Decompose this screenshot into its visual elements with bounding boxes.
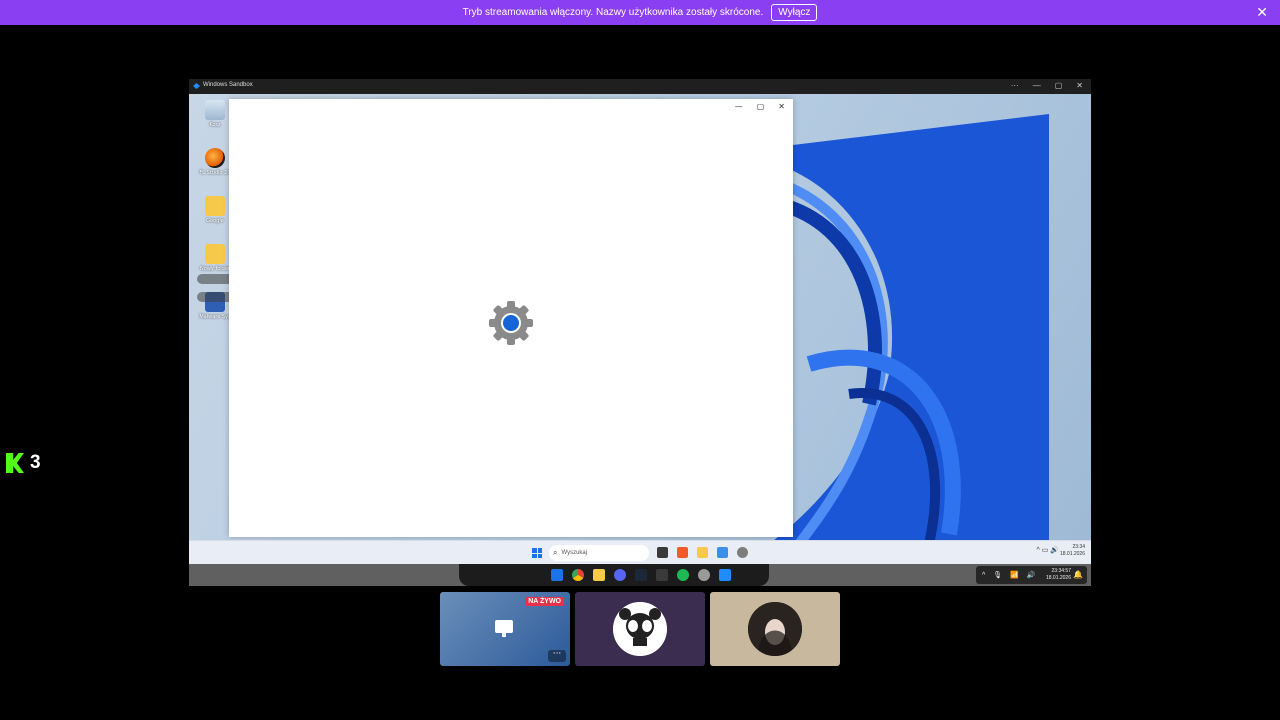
sandbox-date: 18.01.2026 <box>1059 551 1085 557</box>
settings-gear-icon <box>489 301 533 345</box>
sandbox-time: 23:34 <box>1072 544 1085 550</box>
tray-icons[interactable]: ^ 🎙 📶 🔊 <box>982 571 1038 579</box>
live-badge: NA ŻYWO <box>525 597 564 606</box>
viewer-count: 3 <box>30 452 41 473</box>
start-icon[interactable] <box>551 569 563 581</box>
host-tray: ^ 🎙 📶 🔊 23:34:57 18.01.2026 🔔 <box>976 566 1087 584</box>
screen-share-icon <box>495 620 513 637</box>
participant-tile-stream[interactable]: NA ŻYWO ··· <box>440 592 570 666</box>
kick-badge: 3 <box>6 452 41 474</box>
chrome-icon[interactable] <box>572 569 584 581</box>
host-time: 23:34:57 <box>1051 568 1071 574</box>
more-options-icon[interactable]: ··· <box>548 650 566 662</box>
host-date: 18.01.2026 <box>1045 575 1071 581</box>
sandbox-titlebar: Windows Sandbox ··· — ▢ ✕ <box>189 79 1091 94</box>
search-placeholder: Wyszukaj <box>561 550 588 556</box>
close-icon[interactable]: ✕ <box>1256 5 1268 19</box>
minimize-icon[interactable]: — <box>735 102 743 111</box>
fl-studio-icon <box>205 148 225 168</box>
streaming-mode-banner: Tryb streamowania włączony. Nazwy użytko… <box>0 0 1280 25</box>
spotify-icon[interactable] <box>677 569 689 581</box>
sandbox-icon[interactable] <box>719 569 731 581</box>
banner-message: Tryb streamowania włączony. Nazwy użytko… <box>462 7 764 18</box>
notification-icon[interactable]: 🔔 <box>1073 570 1083 579</box>
disable-streaming-button[interactable]: Wyłącz <box>771 4 818 21</box>
minimize-icon[interactable]: — <box>1033 81 1041 90</box>
folder-icon[interactable] <box>593 569 605 581</box>
close-icon[interactable]: ✕ <box>1076 81 1083 90</box>
kick-logo-icon <box>6 453 24 473</box>
sandbox-tray: ^ ▭ 🔊 23:34 18.01.2026 <box>1036 544 1085 558</box>
more-options-icon[interactable]: ··· <box>1011 81 1019 90</box>
avatar <box>748 602 802 656</box>
settings-window-controls: — ▢ ✕ <box>735 102 785 111</box>
avatar <box>613 602 667 656</box>
store-icon[interactable] <box>717 547 728 558</box>
sandbox-window-controls: ··· — ▢ ✕ <box>1011 81 1083 90</box>
explorer-icon[interactable] <box>657 547 668 558</box>
close-icon[interactable]: ✕ <box>778 102 785 111</box>
sandbox-taskbar: ⌕ Wyszukaj ^ ▭ 🔊 23:34 18.01.2026 <box>189 540 1091 565</box>
sandbox-title: Windows Sandbox <box>203 82 253 88</box>
host-clock: 23:34:57 18.01.2026 <box>1046 568 1071 582</box>
maximize-icon[interactable]: ▢ <box>757 102 765 111</box>
sandbox-desktop: Kosz FL Studio 20 Google Nowy folder Mal… <box>189 94 1091 540</box>
tray-icons[interactable]: ^ ▭ 🔊 <box>1036 547 1059 554</box>
sandbox-logo-icon <box>193 83 200 89</box>
settings-icon[interactable] <box>698 569 710 581</box>
host-taskbar: ^ 🎙 📶 🔊 23:34:57 18.01.2026 🔔 <box>189 564 1091 586</box>
folder-icon <box>205 244 225 264</box>
taskbar-search[interactable]: ⌕ Wyszukaj <box>549 545 649 561</box>
folder-icon <box>205 196 225 216</box>
discord-icon[interactable] <box>614 569 626 581</box>
brave-icon[interactable] <box>677 547 688 558</box>
steam-icon[interactable] <box>635 569 647 581</box>
participant-tile-skull[interactable] <box>575 592 705 666</box>
shared-screen-sandbox-window[interactable]: Windows Sandbox ··· — ▢ ✕ Kosz FL Studio… <box>189 79 1091 586</box>
app-icon[interactable] <box>656 569 668 581</box>
maximize-icon[interactable]: ▢ <box>1055 81 1063 90</box>
search-icon: ⌕ <box>553 548 558 557</box>
start-icon[interactable] <box>532 548 542 558</box>
recycle-bin-icon <box>205 100 225 120</box>
settings-icon[interactable] <box>737 547 748 558</box>
settings-window[interactable]: — ▢ ✕ <box>229 99 793 537</box>
folder-icon[interactable] <box>697 547 708 558</box>
participant-tile-user[interactable] <box>710 592 840 666</box>
